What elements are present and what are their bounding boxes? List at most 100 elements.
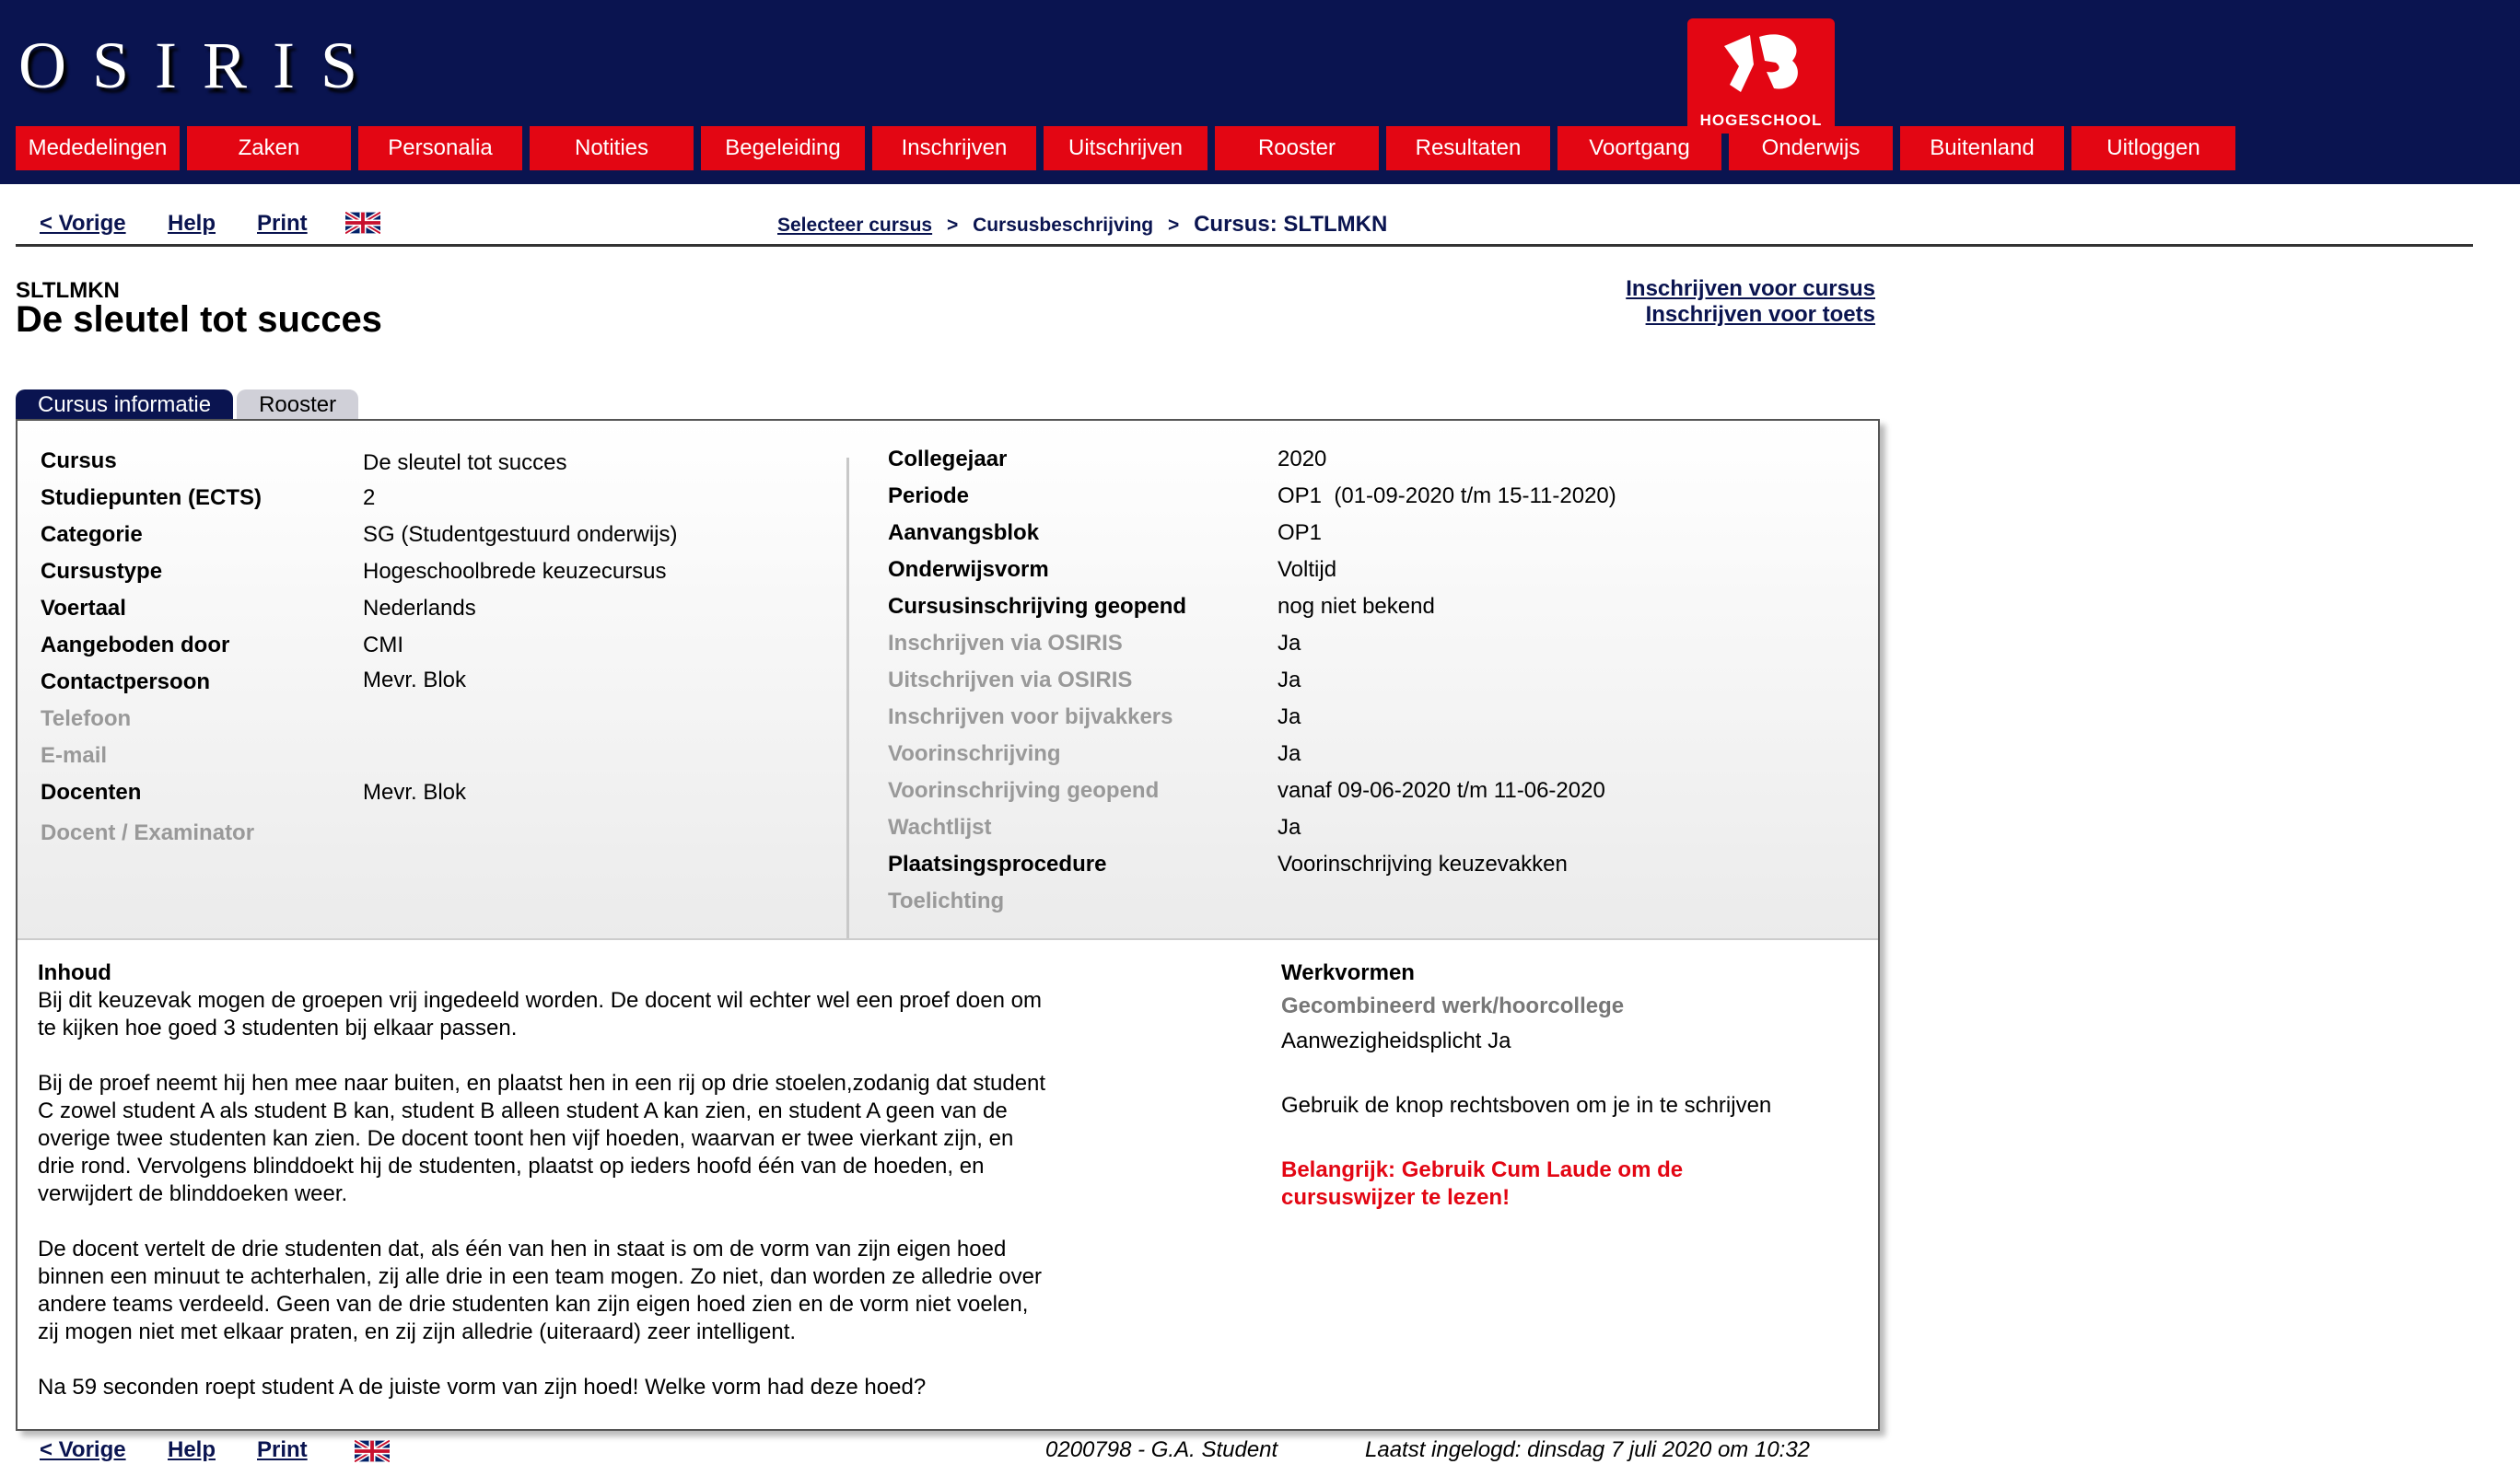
info-value: Ja — [1278, 815, 1301, 840]
info-label: Docent / Examinator — [41, 820, 255, 845]
attendance-text: Aanwezigheidsplicht Ja — [1281, 1029, 1511, 1053]
previous-link[interactable]: < Vorige — [40, 1437, 126, 1463]
info-label: Collegejaar — [888, 447, 1008, 471]
info-value: 2020 — [1278, 447, 1327, 471]
werkvorm-type: Gecombineerd werk/hoorcollege — [1281, 994, 1625, 1018]
info-value: OP1 (01-09-2020 t/m 15-11-2020) — [1278, 483, 1616, 508]
instruction-text: Gebruik de knop rechtsboven om je in te … — [1281, 1093, 1772, 1118]
info-label: Aangeboden door — [41, 633, 230, 657]
main-nav: Mededelingen Zaken Personalia Notities B… — [16, 126, 2243, 170]
info-label: Periode — [888, 483, 970, 508]
print-link[interactable]: Print — [257, 211, 308, 237]
osiris-logo: OSIRIS — [18, 29, 384, 102]
info-label: Uitschrijven via OSIRIS — [888, 668, 1133, 692]
nav-item-voortgang[interactable]: Voortgang — [1558, 126, 1721, 170]
previous-link[interactable]: < Vorige — [40, 211, 126, 237]
info-label: Wachtlijst — [888, 815, 992, 840]
info-label: Cursus — [41, 448, 117, 473]
breadcrumb: Selecteer cursus > Cursusbeschrijving > … — [777, 212, 1387, 238]
info-value: Ja — [1278, 741, 1301, 766]
info-value: Mevr. Blok — [363, 780, 467, 805]
nav-item-begeleiding[interactable]: Begeleiding — [701, 126, 865, 170]
info-value: Voltijd — [1278, 557, 1337, 582]
nav-item-onderwijs[interactable]: Onderwijs — [1729, 126, 1893, 170]
uk-flag-icon[interactable] — [345, 212, 380, 234]
header-bar: OSIRIS HOGESCHOOL Mededelingen Zaken Per… — [0, 0, 2520, 184]
info-label: Plaatsingsprocedure — [888, 852, 1107, 877]
info-value: CMI — [363, 633, 403, 657]
info-value: 2 — [363, 485, 376, 510]
nav-item-notities[interactable]: Notities — [530, 126, 694, 170]
nav-item-inschrijven[interactable]: Inschrijven — [872, 126, 1036, 170]
info-label: Telefoon — [41, 706, 132, 731]
info-value: Nederlands — [363, 596, 476, 621]
info-label: Voorinschrijving — [888, 741, 1061, 766]
enroll-actions: Inschrijven voor cursus Inschrijven voor… — [1626, 276, 1875, 328]
tab-rooster[interactable]: Rooster — [237, 389, 359, 420]
nav-item-mededelingen[interactable]: Mededelingen — [16, 126, 180, 170]
nav-item-rooster[interactable]: Rooster — [1215, 126, 1379, 170]
info-value: Ja — [1278, 631, 1301, 656]
inhoud-heading: Inhoud — [38, 960, 111, 985]
inhoud-section: Inhoud Bij dit keuzevak mogen de groepen… — [38, 959, 1051, 1429]
info-label: Inschrijven voor bijvakkers — [888, 704, 1173, 729]
info-label: E-mail — [41, 743, 108, 768]
info-value: vanaf 09-06-2020 t/m 11-06-2020 — [1278, 778, 1605, 803]
last-login: Laatst ingelogd: dinsdag 7 juli 2020 om … — [1365, 1437, 1811, 1462]
inhoud-paragraph: Bij dit keuzevak mogen de groepen vrij i… — [38, 988, 1042, 1040]
info-value: Ja — [1278, 668, 1301, 692]
breadcrumb-current: Cursus: SLTLMKN — [1194, 212, 1388, 237]
help-link[interactable]: Help — [168, 1437, 216, 1463]
page-title: De sleutel tot succes — [16, 299, 382, 340]
info-value: OP1 — [1278, 520, 1323, 545]
info-label: Docenten — [41, 780, 142, 805]
hogeschool-emblem-icon — [1724, 34, 1798, 92]
info-value: Mevr. Blok — [363, 668, 467, 692]
hogeschool-logo: HOGESCHOOL — [1687, 18, 1835, 134]
nav-item-uitloggen[interactable]: Uitloggen — [2071, 126, 2235, 170]
nav-item-uitschrijven[interactable]: Uitschrijven — [1044, 126, 1208, 170]
werkvormen-heading: Werkvormen — [1281, 960, 1415, 985]
info-label: Voertaal — [41, 596, 126, 621]
nav-item-zaken[interactable]: Zaken — [187, 126, 351, 170]
info-label: Studiepunten (ECTS) — [41, 485, 262, 510]
nav-item-buitenland[interactable]: Buitenland — [1900, 126, 2064, 170]
info-label: Inschrijven via OSIRIS — [888, 631, 1123, 656]
werkvormen-section: Werkvormen Gecombineerd werk/hoorcollege… — [1281, 959, 1834, 1212]
inhoud-paragraph: Bij de proef neemt hij hen mee naar buit… — [38, 1071, 1046, 1206]
nav-item-resultaten[interactable]: Resultaten — [1386, 126, 1550, 170]
tab-cursus-informatie[interactable]: Cursus informatie — [16, 389, 234, 420]
info-value: Voorinschrijving keuzevakken — [1278, 852, 1568, 877]
student-info: 0200798 - G.A. Student — [1045, 1437, 1278, 1462]
help-link[interactable]: Help — [168, 211, 216, 237]
enroll-course-link[interactable]: Inschrijven voor cursus — [1626, 276, 1875, 302]
footer: < Vorige Help Print 0200798 - G.A. Stude… — [16, 1435, 2473, 1471]
info-value: nog niet bekend — [1278, 594, 1435, 619]
breadcrumb-select-course[interactable]: Selecteer cursus — [777, 215, 932, 236]
course-panel: Cursus De sleutel tot succes Studiepunte… — [16, 419, 1880, 1431]
info-label: Categorie — [41, 522, 143, 547]
uk-flag-icon[interactable] — [355, 1440, 390, 1462]
enroll-test-link[interactable]: Inschrijven voor toets — [1626, 302, 1875, 328]
info-label: Onderwijsvorm — [888, 557, 1049, 582]
course-info-section: Cursus De sleutel tot succes Studiepunte… — [18, 421, 1878, 940]
breadcrumb-course-description: Cursusbeschrijving — [973, 215, 1154, 236]
warning-text: Belangrijk: Gebruik Cum Laude om de curs… — [1281, 1157, 1684, 1210]
info-label: Toelichting — [888, 889, 1005, 913]
print-link[interactable]: Print — [257, 1437, 308, 1463]
breadcrumb-separator: > — [946, 215, 959, 236]
info-label: Cursusinschrijving geopend — [888, 594, 1187, 619]
info-value: De sleutel tot succes — [363, 450, 567, 475]
info-label: Cursustype — [41, 559, 163, 584]
inhoud-paragraph: Na 59 seconden roept student A de juiste… — [38, 1375, 927, 1400]
toolbar: < Vorige Help Print Selecteer cursus > C… — [16, 207, 2473, 247]
info-label: Contactpersoon — [41, 669, 211, 694]
inhoud-paragraph: De docent vertelt de drie studenten dat,… — [38, 1237, 1042, 1344]
column-divider — [846, 458, 849, 938]
info-value: SG (Studentgestuurd onderwijs) — [363, 522, 678, 547]
info-label: Voorinschrijving geopend — [888, 778, 1160, 803]
breadcrumb-separator: > — [1167, 215, 1180, 236]
info-value: Hogeschoolbrede keuzecursus — [363, 559, 667, 584]
nav-item-personalia[interactable]: Personalia — [358, 126, 522, 170]
info-label: Aanvangsblok — [888, 520, 1040, 545]
